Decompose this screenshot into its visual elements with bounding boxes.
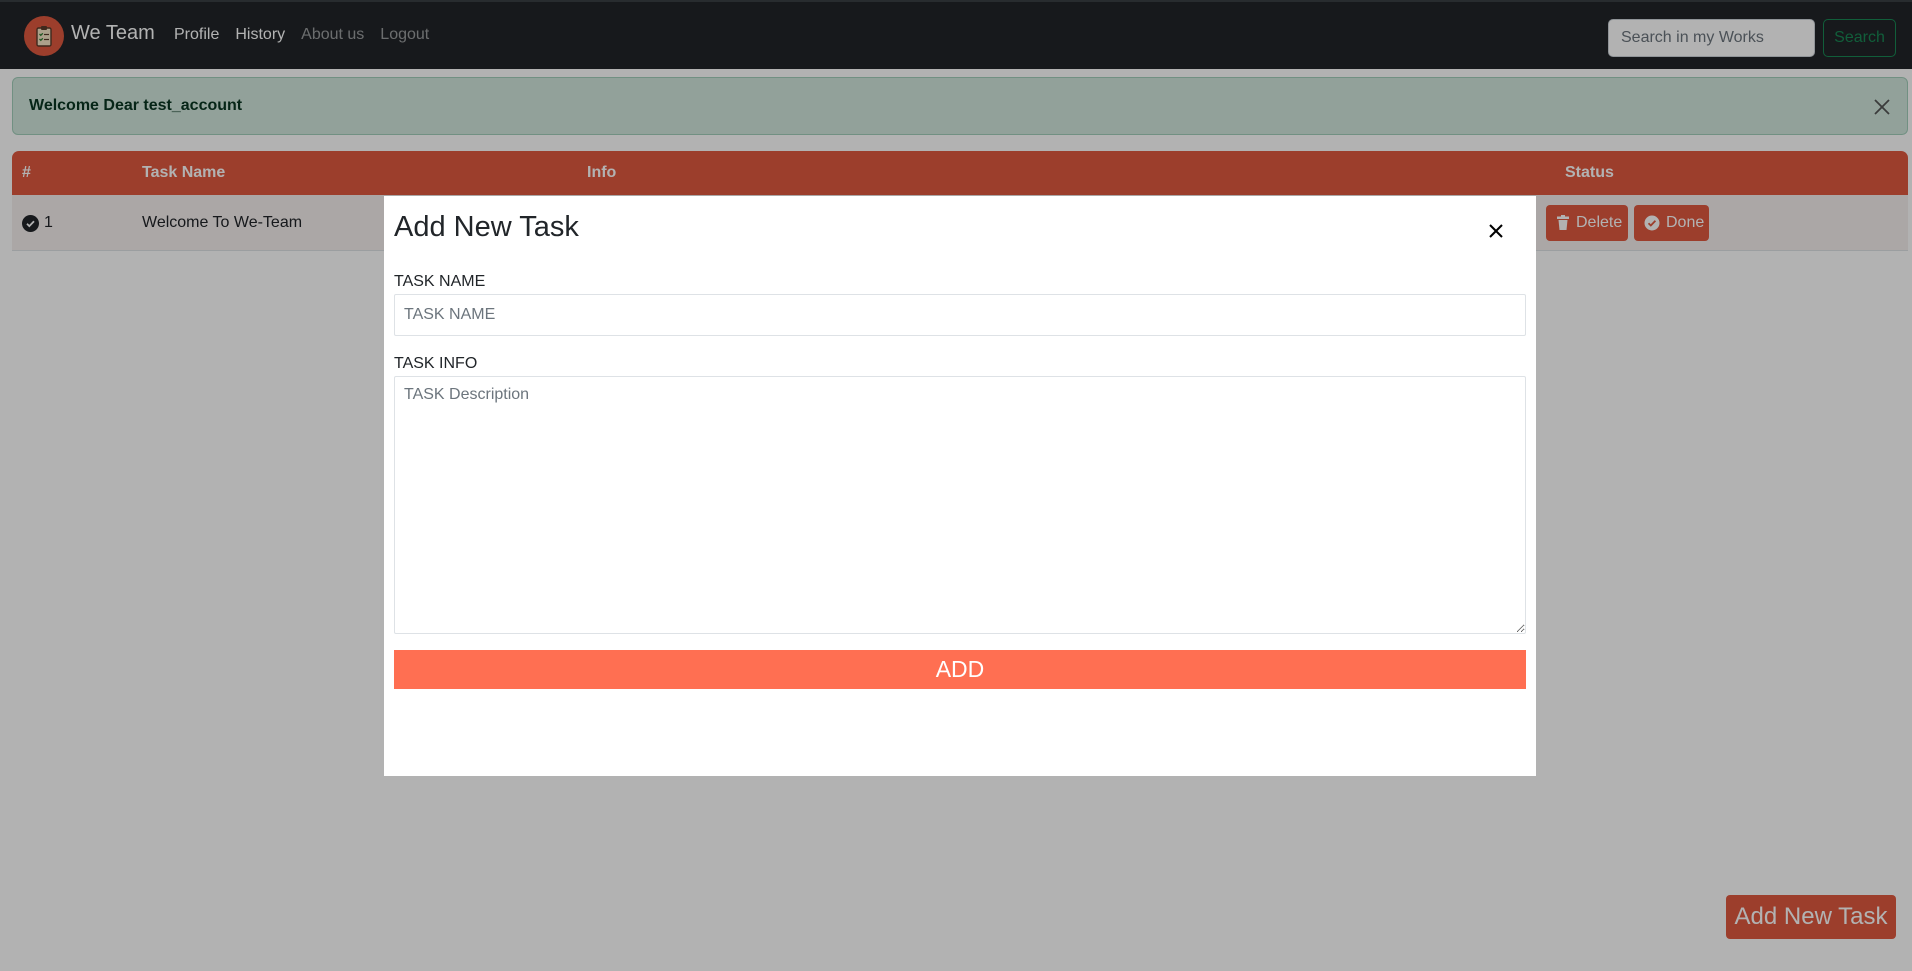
task-name-label: TASK NAME	[394, 273, 486, 290]
task-info-label: TASK INFO	[394, 355, 478, 372]
close-icon[interactable]	[1486, 221, 1506, 241]
task-name-input[interactable]	[394, 294, 1526, 336]
add-button[interactable]: ADD	[394, 650, 1526, 689]
add-task-modal: Add New Task TASK NAME TASK INFO ADD	[384, 196, 1536, 776]
modal-title: Add New Task	[394, 211, 579, 243]
task-info-textarea[interactable]	[394, 376, 1526, 634]
